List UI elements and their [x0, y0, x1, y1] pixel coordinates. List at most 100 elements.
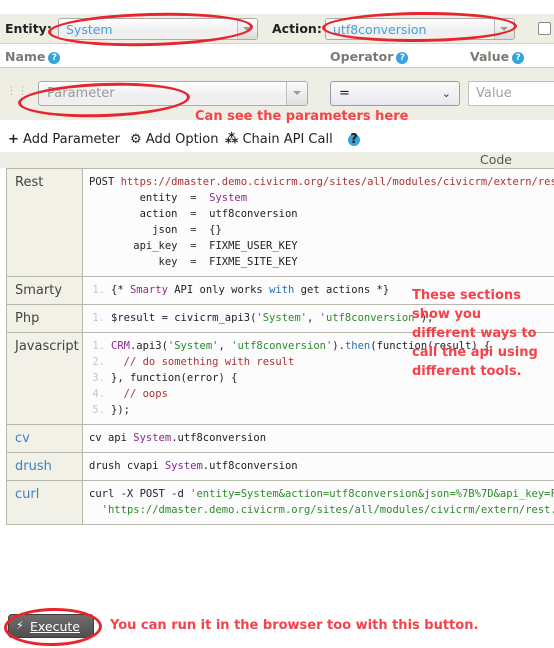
code-row: curl curl -X POST -d 'entity=System&actio…	[7, 481, 554, 525]
add-option-button[interactable]: ⚙ Add Option	[130, 132, 218, 147]
annotation-ellipse-execute	[3, 607, 103, 647]
code-line: json = {}	[89, 222, 554, 238]
line-number: 4.	[92, 388, 105, 400]
code-token: api_key	[89, 240, 178, 252]
code-token: =	[177, 256, 210, 268]
code-line: curl -X POST -d 'entity=System&action=ut…	[89, 486, 554, 502]
code-token: ).	[332, 340, 345, 352]
line-number: 5.	[92, 404, 105, 416]
code-token: System	[209, 192, 248, 204]
code-token: curl -X POST -d	[89, 488, 191, 500]
help-icon[interactable]: ?	[396, 52, 409, 64]
action-label: Action:	[272, 21, 322, 36]
chain-icon: ⁂	[225, 132, 239, 147]
code-token: json	[89, 224, 178, 236]
plus-icon: +	[8, 132, 19, 147]
code-section-header: Code	[0, 152, 554, 168]
param-column-headers: Name? Operator? Value?	[0, 46, 554, 68]
code-row-content: cv api System.utf8conversion	[83, 425, 554, 452]
code-token: System	[133, 432, 172, 444]
line-number: 1.	[92, 284, 105, 296]
code-label: Code	[480, 152, 513, 167]
chevron-down-icon[interactable]	[286, 82, 307, 105]
code-token: with	[269, 284, 295, 296]
code-token: ,	[218, 340, 232, 352]
code-token: $result = civicrm_api3(	[111, 312, 257, 324]
line-number: 1.	[92, 340, 105, 352]
code-token: then	[344, 340, 371, 352]
code-token: 'entity=System&action=utf8conversion&jso…	[190, 488, 554, 500]
code-row-label-javascript: Javascript	[7, 333, 83, 424]
code-line: 5.});	[89, 402, 554, 418]
code-row-label-curl[interactable]: curl	[7, 481, 83, 524]
code-token: =	[177, 208, 210, 220]
code-row: cv cv api System.utf8conversion	[7, 425, 554, 453]
code-token: ,	[306, 312, 320, 324]
code-token: =	[177, 240, 210, 252]
help-icon[interactable]: ?	[348, 133, 360, 146]
drag-handle-icon[interactable]: ⋮⋮	[6, 85, 28, 96]
code-token: 'utf8conversion'	[231, 340, 333, 352]
code-token: entity	[89, 192, 178, 204]
code-token: {*	[111, 284, 130, 296]
code-line: entity = System	[89, 190, 554, 206]
code-row: Rest POST https://dmaster.demo.civicrm.or…	[7, 169, 554, 277]
code-row-content: POST https://dmaster.demo.civicrm.org/si…	[83, 169, 554, 276]
code-token: API only works	[167, 284, 270, 296]
code-line: key = FIXME_SITE_KEY	[89, 254, 554, 270]
code-token: 'System'	[256, 312, 307, 324]
code-token: FIXME_USER_KEY	[209, 240, 298, 252]
help-icon[interactable]: ?	[512, 52, 525, 64]
code-line: 'https://dmaster.demo.civicrm.org/sites/…	[89, 502, 554, 518]
code-token: get actions *}	[294, 284, 390, 296]
code-row-label-php: Php	[7, 305, 83, 332]
chain-api-call-button[interactable]: ⁂ Chain API Call	[225, 132, 333, 147]
chevron-down-icon: ⌄	[441, 87, 451, 100]
line-number: 1.	[92, 312, 105, 324]
operator-select[interactable]: = ⌄	[330, 81, 460, 106]
code-line: api_key = FIXME_USER_KEY	[89, 238, 554, 254]
code-token: FIXME_SITE_KEY	[209, 256, 298, 268]
code-token: });	[111, 404, 130, 416]
code-token: key	[89, 256, 178, 268]
debug-checkbox[interactable]	[538, 22, 551, 35]
line-number: 2.	[92, 356, 105, 368]
annotation-sections: These sections show you different ways t…	[412, 288, 538, 379]
code-token: 'System'	[167, 340, 219, 352]
code-row-label-drush[interactable]: drush	[7, 453, 83, 480]
annotation-parameters: Can see the parameters here	[195, 109, 409, 124]
code-token: // do something with result	[111, 356, 295, 368]
value-input[interactable]: Value	[468, 81, 554, 106]
code-row-label-cv[interactable]: cv	[7, 425, 83, 452]
code-token: .utf8conversion	[171, 432, 267, 444]
code-line: drush cvapi System.utf8conversion	[89, 458, 554, 474]
code-token: POST	[89, 176, 121, 188]
code-line: action = utf8conversion	[89, 206, 554, 222]
code-row-label-smarty: Smarty	[7, 277, 83, 304]
entity-label: Entity:	[5, 21, 52, 36]
code-token: .api3(	[129, 340, 168, 352]
code-token: {}	[209, 224, 222, 236]
code-line: 4. // oops	[89, 386, 554, 402]
code-token: cv api	[89, 432, 134, 444]
code-token: System	[164, 460, 203, 472]
code-token: https://dmaster.demo.civicrm.org/sites/a…	[120, 176, 554, 188]
gear-icon: ⚙	[130, 132, 142, 147]
param-action-links: + Add Parameter ⚙ Add Option ⁂ Chain API…	[0, 130, 554, 154]
code-token: CRM	[111, 340, 130, 352]
add-parameter-button[interactable]: + Add Parameter	[8, 132, 120, 147]
code-token: utf8conversion	[209, 208, 298, 220]
code-line: cv api System.utf8conversion	[89, 430, 554, 446]
code-token: 'https://dmaster.demo.civicrm.org/sites/…	[101, 504, 554, 516]
value-input-placeholder: Value	[476, 86, 512, 101]
code-row-label-rest: Rest	[7, 169, 83, 276]
code-row: drush drush cvapi System.utf8conversion	[7, 453, 554, 481]
help-icon[interactable]: ?	[48, 52, 61, 64]
code-token: =	[177, 192, 210, 204]
code-token: 'utf8conversion'	[319, 312, 421, 324]
code-token: Smarty	[129, 284, 168, 296]
operator-select-value: =	[339, 86, 350, 101]
column-header-name: Name?	[5, 49, 61, 64]
annotation-execute: You can run it in the browser too with t…	[110, 618, 479, 633]
code-token: // oops	[111, 388, 168, 400]
